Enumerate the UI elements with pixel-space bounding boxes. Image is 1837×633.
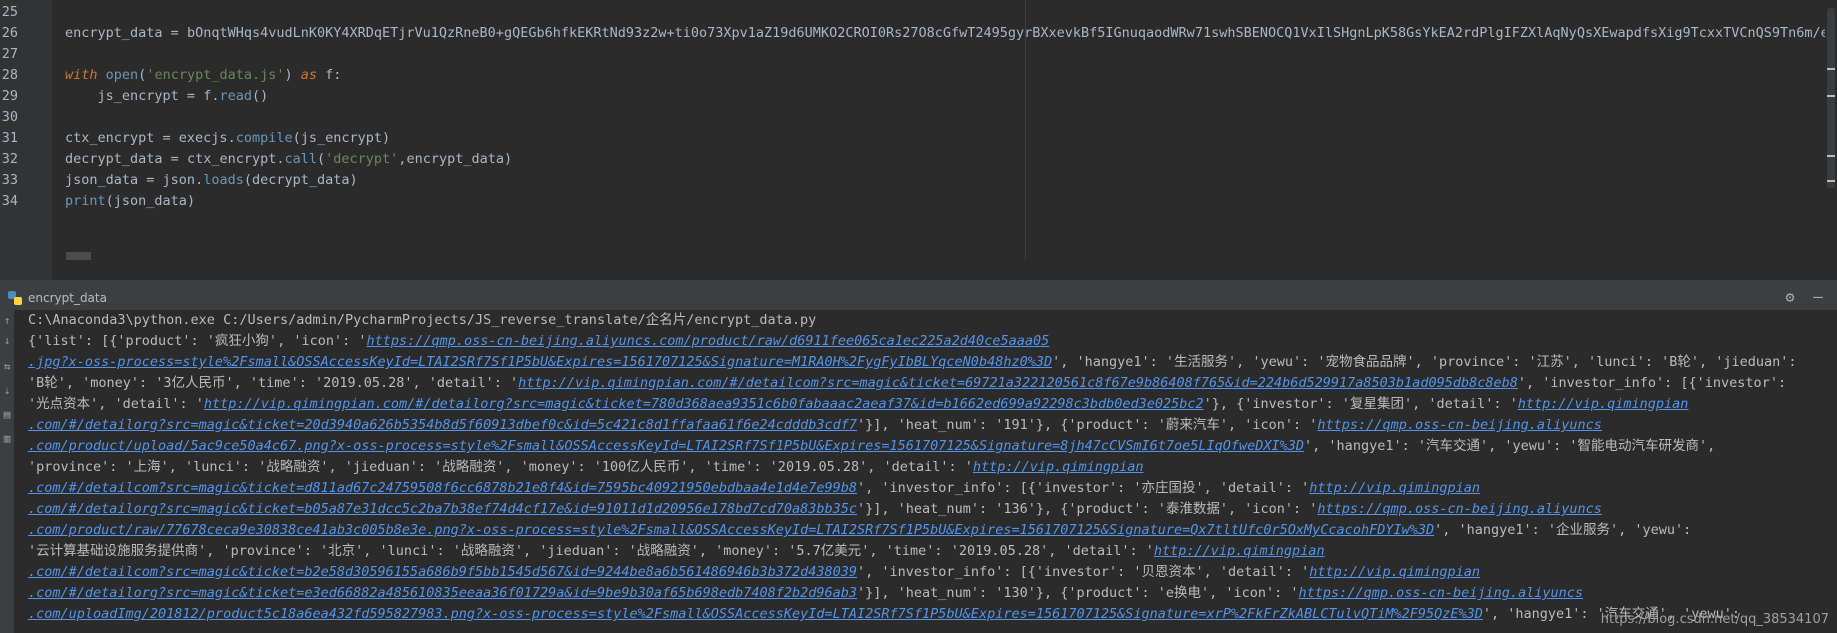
right-margin-guide xyxy=(1025,0,1026,260)
console-link[interactable]: .com/#/detailcom?src=magic&ticket=d811ad… xyxy=(28,480,857,496)
editor-scroll-thumb[interactable] xyxy=(1827,8,1835,188)
error-stripe-mark[interactable] xyxy=(1827,95,1835,97)
trash-icon[interactable]: ▥ xyxy=(1,432,13,446)
line-number: 28 xyxy=(1,67,18,83)
console-text: ', 'hangye1': '生活服务', 'yewu': '宠物食品品牌', … xyxy=(1052,354,1797,370)
console-link[interactable]: .com/#/detailorg?src=magic&ticket=b05a87… xyxy=(28,501,857,517)
console-line: 'B轮', 'money': '3亿人民币', 'time': '2019.05… xyxy=(28,373,1823,394)
console-link[interactable]: .com/#/detailorg?src=magic&ticket=20d394… xyxy=(28,417,857,433)
line-number: 30 xyxy=(1,109,18,125)
console-line: 'province': '上海', 'lunci': '战略融资', 'jied… xyxy=(28,457,1823,478)
console-output: C:\Anaconda3\python.exe C:/Users/admin/P… xyxy=(28,310,1823,625)
console-text: '}], 'heat_num': '136'}, {'product': '泰淮… xyxy=(857,501,1318,517)
console-link[interactable]: .jpg?x-oss-process=style%2Fsmall&OSSAcce… xyxy=(28,354,1052,370)
rerun-icon[interactable]: ↑ xyxy=(1,314,13,328)
line-number: 33 xyxy=(1,172,18,188)
line-number: 32 xyxy=(1,151,18,167)
console-text: '}], 'heat_num': '191'}, {'product': '蔚来… xyxy=(857,417,1318,433)
console-link[interactable]: http://vip.qimingpian.com/#/detailorg?sr… xyxy=(204,396,1204,412)
code-line[interactable]: print(json_data) xyxy=(65,191,195,212)
console-link[interactable]: .com/product/upload/5ac9ce50a4c67.png?x-… xyxy=(28,438,1304,454)
console-toolbar: ↑ ↓ ⇆ ⇣ ▤ ▥ xyxy=(0,310,14,633)
print-icon[interactable]: ▤ xyxy=(1,408,13,422)
line-number: 25 xyxy=(1,4,18,20)
console-line: '光点资本', 'detail': 'http://vip.qimingpian… xyxy=(28,394,1823,415)
code-line[interactable]: js_encrypt = f.read() xyxy=(65,86,269,107)
console-text: ', 'hangye1': '企业服务', 'yewu': xyxy=(1434,522,1692,538)
console-link[interactable]: http://vip.qimingpian xyxy=(1309,564,1480,580)
console-line: .com/uploadImg/201812/product5c18a6ea432… xyxy=(28,604,1823,625)
soft-wrap-icon[interactable]: ⇆ xyxy=(1,360,13,374)
console-line: .com/#/detailorg?src=magic&ticket=e3ed66… xyxy=(28,583,1823,604)
console-link[interactable]: http://vip.qimingpian xyxy=(1309,480,1480,496)
console-link[interactable]: https://qmp.oss-cn-beijing.aliyuncs xyxy=(1317,417,1601,433)
watermark: https://blog.csdn.net/qq_38534107 xyxy=(1600,612,1829,627)
console-text: {'list': [{'product': '疯狂小狗', 'icon': ' xyxy=(28,333,367,349)
code-line[interactable]: json_data = json.loads(decrypt_data) xyxy=(65,170,358,191)
console-text: 'B轮', 'money': '3亿人民币', 'time': '2019.05… xyxy=(28,375,519,391)
console-text: ', 'investor_info': [{'investor': '贝恩资本'… xyxy=(857,564,1310,580)
console-text: 'province': '上海', 'lunci': '战略融资', 'jied… xyxy=(28,459,973,475)
horizontal-scroll-thumb[interactable] xyxy=(66,252,91,260)
code-line[interactable]: decrypt_data = ctx_encrypt.call('decrypt… xyxy=(65,149,512,170)
console-link[interactable]: https://qmp.oss-cn-beijing.aliyuncs xyxy=(1299,585,1583,601)
console-link[interactable]: .com/product/raw/77678ceca9e30838ce41ab3… xyxy=(28,522,1434,538)
code-line[interactable]: encrypt_data = bOnqtWHqs4vudLnK0KY4XRDqE… xyxy=(65,23,1837,44)
console-line: .jpg?x-oss-process=style%2Fsmall&OSSAcce… xyxy=(28,352,1823,373)
editor-scrollbar[interactable] xyxy=(1825,0,1837,260)
console-link[interactable]: https://qmp.oss-cn-beijing.aliyuncs.com/… xyxy=(366,333,1049,349)
console-text: '}, {'investor': '复星集团', 'detail': ' xyxy=(1203,396,1518,412)
console-line: '云计算基础设施服务提供商', 'province': '北京', 'lunci… xyxy=(28,541,1823,562)
minimize-icon[interactable]: — xyxy=(1809,288,1827,306)
console-link[interactable]: .com/uploadImg/201812/product5c18a6ea432… xyxy=(28,606,1483,622)
console-link[interactable]: http://vip.qimingpian xyxy=(973,459,1144,475)
console-line: .com/product/upload/5ac9ce50a4c67.png?x-… xyxy=(28,436,1823,457)
console-line: .com/#/detailorg?src=magic&ticket=20d394… xyxy=(28,415,1823,436)
console-link[interactable]: http://vip.qimingpian.com/#/detailcom?sr… xyxy=(518,375,1518,391)
console-text: '光点资本', 'detail': ' xyxy=(28,396,204,412)
gear-icon[interactable]: ⚙ xyxy=(1781,288,1799,306)
error-stripe-mark[interactable] xyxy=(1827,68,1835,70)
line-number: 34 xyxy=(1,193,18,209)
line-number: 29 xyxy=(1,88,18,104)
console-link[interactable]: .com/#/detailorg?src=magic&ticket=e3ed66… xyxy=(28,585,857,601)
console-link[interactable]: https://qmp.oss-cn-beijing.aliyuncs xyxy=(1317,501,1601,517)
console-text: '云计算基础设施服务提供商', 'province': '北京', 'lunci… xyxy=(28,543,1154,559)
run-tab-label: encrypt_data xyxy=(28,291,107,305)
line-number-gutter: 25 26 27 28 29 30 31 32 33 34 xyxy=(0,0,52,280)
console-line: .com/#/detailcom?src=magic&ticket=d811ad… xyxy=(28,478,1823,499)
console-line: .com/#/detailorg?src=magic&ticket=b05a87… xyxy=(28,499,1823,520)
console-line: .com/product/raw/77678ceca9e30838ce41ab3… xyxy=(28,520,1823,541)
python-icon xyxy=(8,291,22,305)
console-link[interactable]: .com/#/detailcom?src=magic&ticket=b2e58d… xyxy=(28,564,857,580)
scroll-to-end-icon[interactable]: ⇣ xyxy=(1,384,13,398)
code-line[interactable]: ctx_encrypt = execjs.compile(js_encrypt) xyxy=(65,128,390,149)
console-link[interactable]: http://vip.qimingpian xyxy=(1154,543,1325,559)
console-command-line: C:\Anaconda3\python.exe C:/Users/admin/P… xyxy=(28,312,817,328)
console-text: ', 'investor_info': [{'investor': '亦庄国投'… xyxy=(857,480,1310,496)
console-text: ', 'hangye1': '汽车交通', 'yewu': '智能电动汽车研发商… xyxy=(1304,438,1716,454)
console-text: '}], 'heat_num': '130'}, {'product': 'e换… xyxy=(857,585,1299,601)
run-tab[interactable]: encrypt_data xyxy=(8,289,107,307)
code-line[interactable]: with open('encrypt_data.js') as f: xyxy=(65,65,341,86)
error-stripe-mark[interactable] xyxy=(1827,180,1835,182)
run-toolwindow-header: encrypt_data ⚙ — xyxy=(0,286,1837,311)
code-editor[interactable]: 25 26 27 28 29 30 31 32 33 34 encrypt_data = bOnq… xyxy=(0,0,1837,280)
console-line: .com/#/detailcom?src=magic&ticket=b2e58d… xyxy=(28,562,1823,583)
error-stripe-mark[interactable] xyxy=(1827,155,1835,157)
console-link[interactable]: http://vip.qimingpian xyxy=(1518,396,1689,412)
console-text: ', 'investor_info': [{'investor': xyxy=(1517,375,1787,391)
console-line: {'list': [{'product': '疯狂小狗', 'icon': 'h… xyxy=(28,331,1823,352)
line-number: 27 xyxy=(1,46,18,62)
line-number: 26 xyxy=(1,25,18,41)
line-number: 31 xyxy=(1,130,18,146)
arrow-down-icon[interactable]: ↓ xyxy=(1,334,13,348)
run-console[interactable]: ↑ ↓ ⇆ ⇣ ▤ ▥ C:\Anaconda3\python.exe C:/U… xyxy=(0,310,1837,633)
